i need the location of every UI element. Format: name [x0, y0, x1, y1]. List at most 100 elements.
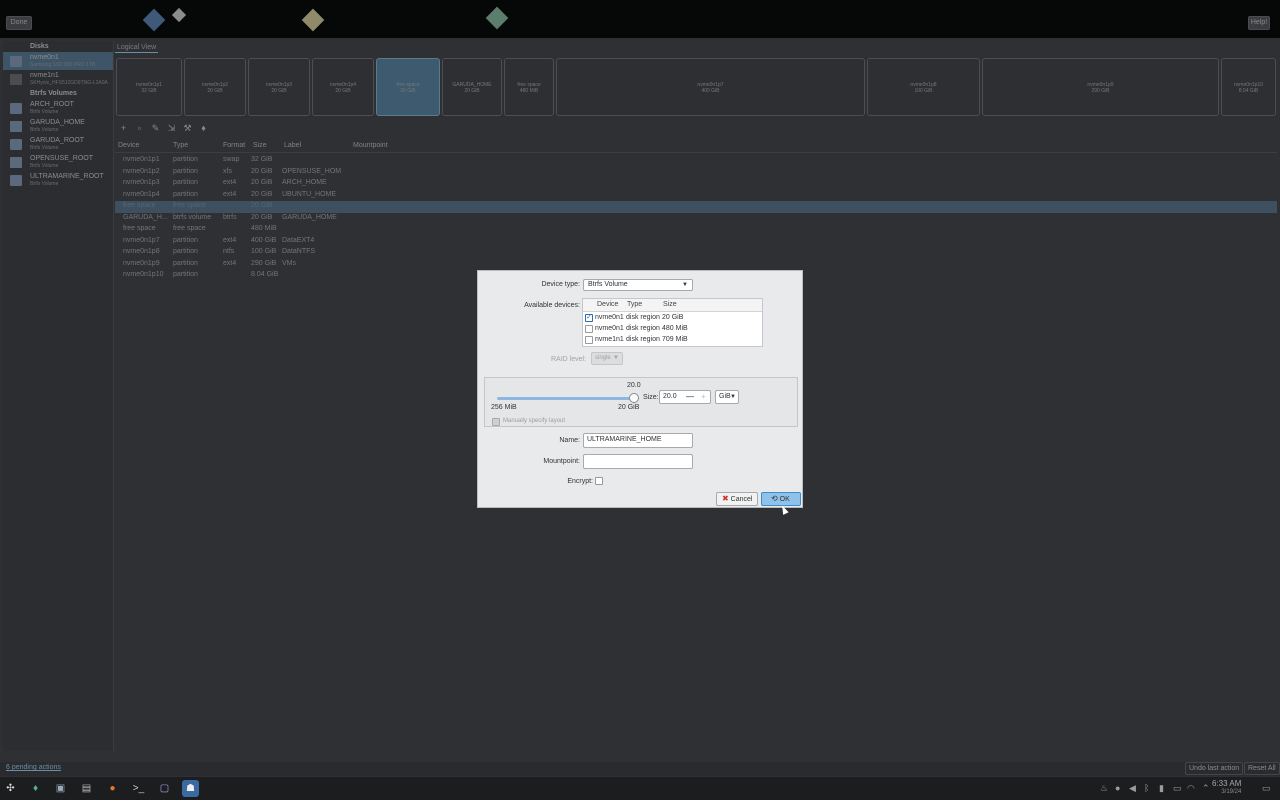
partition-block[interactable]: free space 480 MiB	[504, 58, 554, 116]
column-header[interactable]: Size	[253, 142, 267, 149]
partition-block[interactable]: nvme0n1p1 32 GiB	[116, 58, 182, 116]
column-header[interactable]: Size	[663, 301, 677, 308]
device-row[interactable]: nvme1n1 disk region 709 MiB	[583, 334, 762, 345]
device-row[interactable]: nvme0n1 disk region 480 MiB	[583, 323, 762, 334]
table-row[interactable]: nvme0n1p3 partition ext4 20 GiB ARCH_HOME	[115, 178, 1277, 190]
clock[interactable]: 6:33 AM 3/19/24	[1212, 779, 1241, 797]
clipboard-icon[interactable]: ▭	[1173, 783, 1182, 794]
plus-icon[interactable]: +	[701, 391, 706, 403]
mountpoint-label: Mountpoint:	[543, 458, 580, 465]
firefox-icon[interactable]: ●	[104, 780, 121, 797]
column-header[interactable]: Format	[223, 142, 245, 149]
encrypt-checkbox[interactable]	[595, 477, 603, 485]
column-header[interactable]: Type	[173, 142, 188, 149]
help-button[interactable]: Help!	[1248, 16, 1270, 30]
edit-icon[interactable]: ✎	[150, 123, 161, 134]
partition-manager-icon[interactable]: ☗	[182, 780, 199, 797]
column-header[interactable]: Mountpoint	[353, 142, 388, 149]
sidebar-item-volume[interactable]: ARCH_ROOT Btrfs Volume	[3, 99, 113, 117]
ok-button[interactable]: ⟲ OK	[761, 492, 801, 506]
files-icon[interactable]: ▤	[78, 780, 95, 797]
partition-block[interactable]: nvme0n1p9 290 GiB	[982, 58, 1219, 116]
column-header[interactable]: Type	[627, 301, 642, 308]
partition-block[interactable]: nvme0n1p2 20 GiB	[184, 58, 246, 116]
size-spinbox[interactable]: 20.0 — +	[659, 390, 711, 404]
cell-device: nvme0n1p3	[123, 179, 160, 186]
terminal-icon[interactable]: >_	[130, 780, 147, 797]
mount-icon[interactable]: ♦	[198, 123, 209, 134]
table-row[interactable]: nvme0n1p2 partition xfs 20 GiB OPENSUSE_HOM	[115, 167, 1277, 179]
notification-icon[interactable]: ♨	[1100, 783, 1108, 794]
volume-icon[interactable]: ◀	[1129, 783, 1136, 794]
cell-size: 20 GiB	[662, 314, 684, 321]
device-checkbox[interactable]	[585, 325, 593, 333]
wifi-icon[interactable]: ◠	[1187, 783, 1195, 794]
chevron-down-icon: ▼	[613, 355, 619, 361]
status-dot-icon[interactable]: ●	[1115, 783, 1120, 793]
cell-device: nvme1n1	[595, 336, 624, 343]
cell-size: 480 MiB	[251, 225, 277, 232]
bluetooth-icon[interactable]: ᛒ	[1144, 783, 1149, 793]
pending-actions-link[interactable]: 6 pending actions	[6, 764, 61, 771]
partition-block[interactable]: nvme0n1p7 400 GiB	[556, 58, 865, 116]
partition-size: 100 GiB	[914, 88, 933, 94]
table-row[interactable]: nvme0n1p9 partition ext4 290 GiB VMs	[115, 259, 1277, 271]
partition-block[interactable]: nvme0n1p4 20 GiB	[312, 58, 374, 116]
device-row[interactable]: ✓ nvme0n1 disk region 20 GiB	[583, 312, 762, 323]
slider-value: 20.0	[627, 382, 641, 389]
table-row[interactable]: nvme0n1p8 partition ntfs 100 GiB DataNTFS	[115, 247, 1277, 259]
cell-format: btrfs	[223, 213, 237, 221]
store-icon[interactable]: ▣	[52, 780, 69, 797]
partition-block[interactable]: nvme0n1p3 20 GiB	[248, 58, 310, 116]
sidebar-item-volume[interactable]: GARUDA_HOME Btrfs Volume	[3, 117, 113, 135]
column-header[interactable]: Device	[597, 301, 618, 308]
size-slider-track[interactable]	[497, 397, 637, 400]
cancel-button-label: Cancel	[730, 496, 753, 503]
reset-all-button[interactable]: Reset All	[1244, 762, 1280, 775]
name-input[interactable]: ULTRAMARINE_HOME	[583, 433, 693, 448]
minus-icon[interactable]: —	[686, 391, 694, 403]
size-unit-select[interactable]: GiB ▼	[715, 390, 739, 404]
sidebar-item-volume[interactable]: OPENSUSE_ROOT Btrfs Volume	[3, 153, 113, 171]
partition-block[interactable]: nvme0n1p10 8.04 GiB	[1221, 58, 1276, 116]
partition-size: 32 GiB	[141, 88, 157, 94]
sidebar-item-disk[interactable]: nvme1n1 SKHynix_HFS512GD9TNG-L2A0A	[3, 70, 113, 88]
device-checkbox[interactable]: ✓	[585, 314, 593, 322]
tab-logical-view[interactable]: Logical View	[115, 43, 159, 53]
table-row[interactable]: free space free space 20 GiB	[115, 201, 1277, 213]
show-desktop-icon[interactable]: ▭	[1262, 783, 1271, 794]
add-icon[interactable]: +	[118, 123, 129, 134]
monitor-icon[interactable]: ▢	[156, 780, 173, 797]
undo-button[interactable]: Undo last action	[1185, 762, 1244, 775]
partition-block[interactable]: nvme0n1p8 100 GiB	[867, 58, 980, 116]
create-device-dialog: Device type: Btrfs Volume ▼ Available de…	[477, 270, 803, 508]
column-header[interactable]: Label	[284, 142, 301, 149]
cell-type: free space	[173, 202, 206, 209]
app-launcher-icon[interactable]: ✣	[2, 780, 19, 797]
device-type-select[interactable]: Btrfs Volume ▼	[583, 279, 693, 291]
battery-icon[interactable]: ▮	[1159, 783, 1164, 794]
table-row[interactable]: free space free space 480 MiB	[115, 224, 1277, 236]
mountpoint-input[interactable]	[583, 454, 693, 469]
table-row[interactable]: nvme0n1p7 partition ext4 400 GiB DataEXT4	[115, 236, 1277, 248]
sidebar-item-disk[interactable]: nvme0n1 Samsung SSD 980 PRO 1TB	[3, 52, 113, 70]
sidebar-item-sub: Btrfs Volume	[30, 109, 59, 115]
device-checkbox[interactable]	[585, 336, 593, 344]
partition-block[interactable]: GARUDA_HOME 20 GiB	[442, 58, 502, 116]
partition-size: 20 GiB	[271, 88, 287, 94]
format-icon[interactable]: ⚒	[182, 123, 193, 134]
column-header[interactable]: Device	[118, 142, 139, 149]
done-button[interactable]: Done	[6, 16, 32, 30]
table-row[interactable]: GARUDA_H... btrfs volume btrfs 20 GiB GARUDA…	[115, 213, 1277, 225]
size-slider-handle[interactable]	[629, 393, 639, 403]
table-row[interactable]: nvme0n1p1 partition swap 32 GiB	[115, 155, 1277, 167]
cancel-button[interactable]: ✖ Cancel	[716, 492, 758, 506]
shield-icon[interactable]: ♦	[27, 780, 44, 797]
partition-block[interactable]: free space 20 GiB	[376, 58, 440, 116]
chevron-up-icon[interactable]: ⌃	[1202, 783, 1210, 794]
resize-icon[interactable]: ⇲	[166, 123, 177, 134]
sidebar-item-volume[interactable]: ULTRAMARINE_ROOT Btrfs Volume	[3, 171, 113, 189]
sidebar-item-volume[interactable]: GARUDA_ROOT Btrfs Volume	[3, 135, 113, 153]
delete-icon[interactable]: ▫	[134, 123, 145, 134]
table-row[interactable]: nvme0n1p4 partition ext4 20 GiB UBUNTU_HOME	[115, 190, 1277, 202]
